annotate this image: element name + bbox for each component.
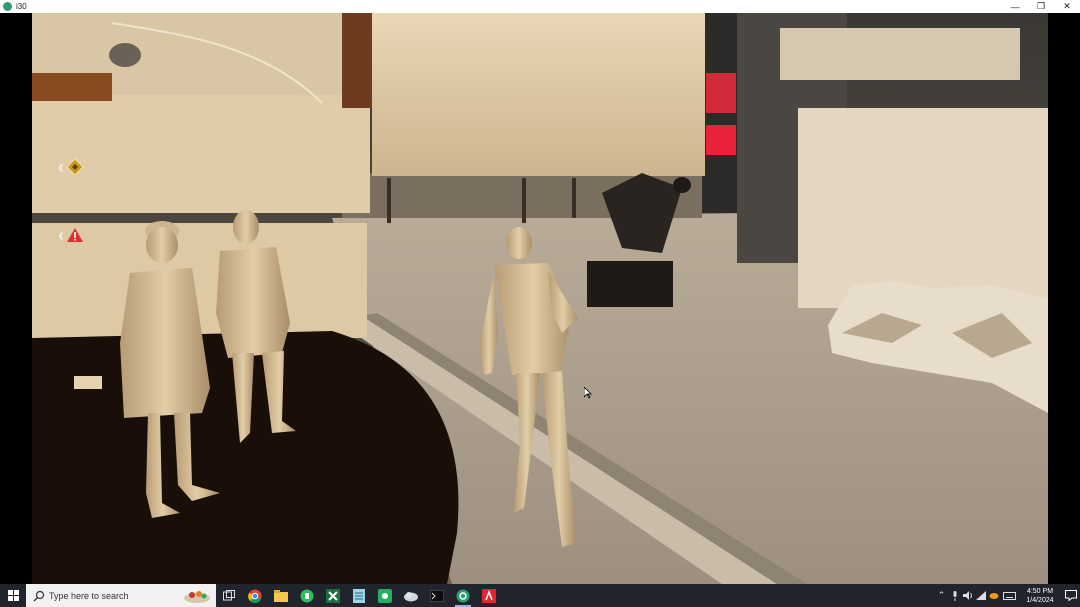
tree-trunk [522,178,526,223]
notepad-icon[interactable] [346,584,372,607]
excel-icon[interactable] [320,584,346,607]
right-upper-panel [780,28,1020,80]
warning-triangle-icon [67,228,83,242]
terminal-icon[interactable] [424,584,450,607]
diamond-objective-icon [66,158,84,176]
clock-date: 1/4/2024 [1026,596,1054,604]
clock-time: 4:50 PM [1026,587,1054,595]
close-button[interactable]: ✕ [1054,0,1080,13]
hud-objective-marker[interactable]: ‹ [58,158,84,176]
chevron-left-icon: ‹ [58,157,64,177]
chevron-up-icon[interactable]: ⌃ [935,584,948,607]
floor-box [74,376,102,389]
window-title-bar: i30 — ❐ ✕ [0,0,1080,13]
center-wall-panel [372,13,705,176]
brick-patch [32,73,112,101]
windows-logo-icon [7,590,19,601]
cloud-icon[interactable] [398,584,424,607]
notification-icon[interactable] [1062,584,1080,607]
file-explorer-icon[interactable] [268,584,294,607]
game-viewport[interactable]: ‹ ‹ [32,13,1048,584]
taskbar-clock[interactable]: 4:50 PM 1/4/2024 [1018,587,1062,605]
speaker-icon[interactable] [961,584,974,607]
network-icon[interactable] [974,584,987,607]
search-highlight-icon [184,591,210,603]
tree-trunk [387,178,391,223]
red-app-icon[interactable] [476,584,502,607]
right-wall-panel [798,108,1048,308]
cloud-sync-icon[interactable] [987,584,1000,607]
evernote-icon[interactable] [294,584,320,607]
chevron-left-icon: ‹ [58,225,64,245]
search-placeholder: Type here to search [49,590,129,601]
search-icon [33,590,45,601]
neon-sign [706,73,736,113]
chrome-icon[interactable] [242,584,268,607]
neon-sign-lower [706,125,736,155]
mouse-cursor-icon [584,387,592,399]
tree-trunk [572,178,576,218]
game-scene [32,13,1048,584]
start-button[interactable] [0,584,26,607]
spotlight-base [587,261,673,307]
microphone-icon[interactable] [948,584,961,607]
hanging-lamp [109,43,141,67]
maximize-button[interactable]: ❐ [1028,0,1054,13]
app-icon [3,2,12,11]
window-title: i30 [16,2,27,11]
left-mid-panel [32,95,370,213]
green-app-icon[interactable] [372,584,398,607]
system-tray: ⌃ 4:50 PM 1/4/2024 [935,584,1080,607]
window-controls: — ❐ ✕ [1002,0,1080,13]
task-view-icon[interactable] [216,584,242,607]
left-brick-strip [342,13,372,108]
keyboard-icon[interactable] [1000,584,1018,607]
distant-lamp [673,177,691,193]
hud-warning-marker[interactable]: ‹ [58,225,84,245]
taskbar: Type here to search ⌃ 4:50 PM 1/4/2024 [0,584,1080,607]
taskbar-search-box[interactable]: Type here to search [26,584,216,607]
active-app-icon[interactable] [450,584,476,607]
minimize-button[interactable]: — [1002,0,1028,13]
